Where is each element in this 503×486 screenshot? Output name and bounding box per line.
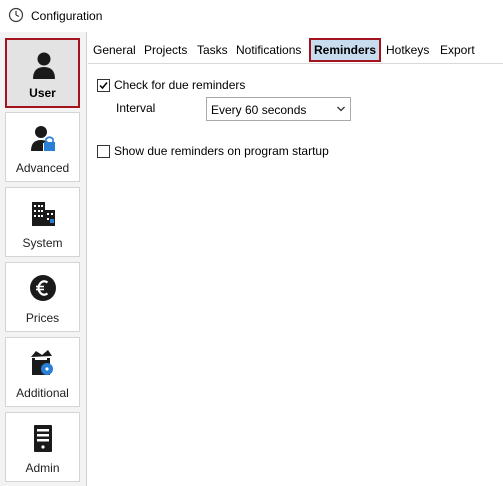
sidebar-item-admin[interactable]: Admin <box>5 412 80 482</box>
checkmark-icon <box>99 82 108 90</box>
sidebar-item-label: Additional <box>16 386 69 400</box>
tab-general[interactable]: General <box>90 38 139 62</box>
sidebar-item-prices[interactable]: Prices <box>5 262 80 332</box>
chevron-down-icon <box>337 106 345 112</box>
sidebar-item-label: Advanced <box>15 161 70 175</box>
interval-select[interactable]: Every 60 seconds <box>206 97 351 121</box>
server-icon <box>34 425 52 452</box>
tab-reminders[interactable]: Reminders <box>309 38 382 62</box>
sidebar-item-label: Prices <box>25 311 60 325</box>
euro-icon <box>30 275 56 301</box>
sidebar-divider <box>86 32 87 486</box>
tab-hotkeys[interactable]: Hotkeys <box>383 38 432 62</box>
tab-notifications[interactable]: Notifications <box>233 38 304 62</box>
interval-value: Every 60 seconds <box>211 103 307 117</box>
sidebar-item-system[interactable]: System <box>5 187 80 257</box>
clock-icon <box>8 7 24 23</box>
tab-projects[interactable]: Projects <box>141 38 190 62</box>
show-on-startup-checkbox[interactable] <box>97 145 110 158</box>
building-icon <box>32 202 55 226</box>
sidebar-item-additional[interactable]: Additional <box>5 337 80 407</box>
check-due-reminders-checkbox[interactable] <box>97 79 110 92</box>
box-disc-icon <box>31 350 53 375</box>
interval-label: Interval <box>116 101 156 115</box>
reminders-panel <box>88 64 503 486</box>
tab-tasks[interactable]: Tasks <box>194 38 231 62</box>
tab-export[interactable]: Export <box>437 38 478 62</box>
window-title: Configuration <box>31 9 103 23</box>
sidebar-item-user[interactable]: User <box>5 38 80 108</box>
sidebar-item-label: User <box>29 86 56 100</box>
sidebar-item-label: System <box>22 236 63 250</box>
sidebar: User Advanced System Prices Additional A… <box>0 32 86 486</box>
check-due-reminders-label[interactable]: Check for due reminders <box>114 78 245 92</box>
show-on-startup-label[interactable]: Show due reminders on program startup <box>114 144 329 158</box>
user-lock-icon <box>31 126 55 151</box>
sidebar-item-label: Admin <box>25 461 60 475</box>
sidebar-item-advanced[interactable]: Advanced <box>5 112 80 182</box>
user-icon <box>33 52 55 79</box>
tab-bar: General Projects Tasks Notifications Rem… <box>88 38 503 62</box>
title-bar: Configuration <box>0 0 503 32</box>
